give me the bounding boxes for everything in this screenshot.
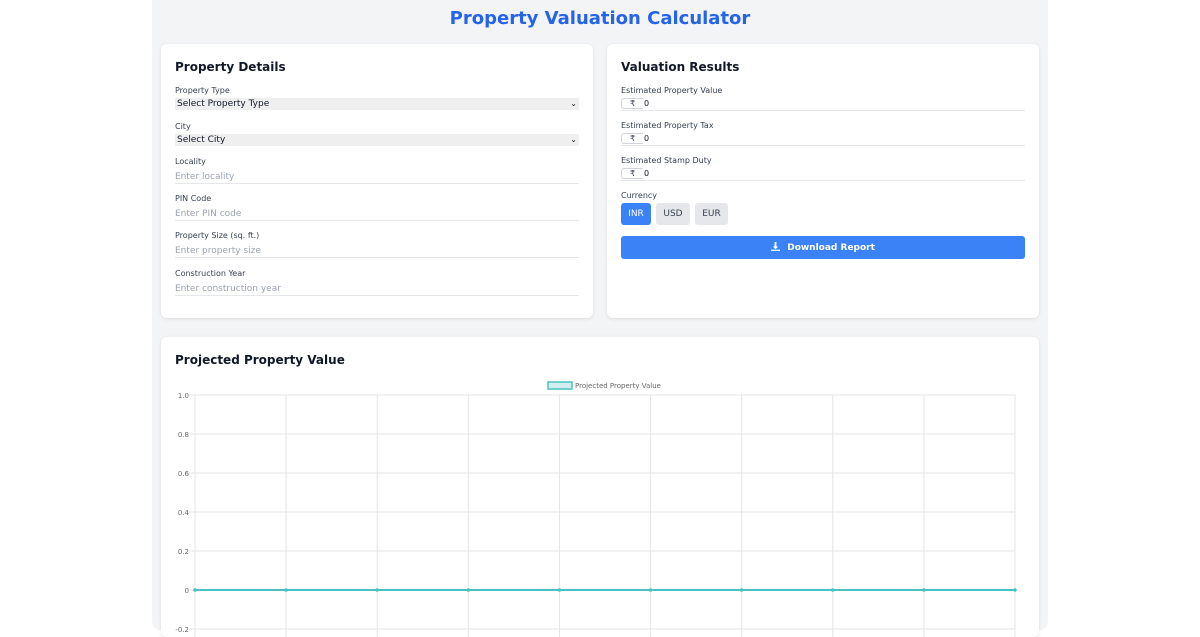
- property-tax-label: Estimated Property Tax: [621, 121, 714, 130]
- property-type-select[interactable]: Select Property Type ⌄: [175, 98, 579, 110]
- property-type-value: Select Property Type: [177, 99, 270, 109]
- property-value-amount: 0: [644, 99, 650, 108]
- download-report-label: Download Report: [787, 243, 875, 253]
- data-point: [1013, 588, 1017, 592]
- projection-chart-card: Projected Property Value 1.0 0.8 0.6 0.4 0.2…: [161, 337, 1039, 637]
- data-point: [193, 588, 197, 592]
- locality-label: Locality: [175, 157, 206, 166]
- data-point: [648, 588, 653, 592]
- y-tick-label: 0.8: [178, 431, 189, 439]
- data-point: [739, 588, 744, 592]
- currency-eur-button[interactable]: EUR: [695, 203, 728, 225]
- data-point: [284, 588, 288, 592]
- city-select[interactable]: Select City ⌄: [175, 134, 579, 146]
- city-value: Select City: [177, 135, 226, 145]
- property-tax-amount: 0: [644, 134, 650, 143]
- y-tick-label: 0: [185, 587, 189, 595]
- projection-chart: 1.0 0.8 0.6 0.4 0.2 0 -0.2 Projected Property …: [175, 381, 1017, 637]
- chevron-down-icon: ⌄: [570, 135, 577, 144]
- currency-label: Currency: [621, 191, 658, 200]
- property-details-title: Property Details: [175, 60, 286, 74]
- legend-swatch: [547, 381, 573, 390]
- y-tick-label: 1.0: [178, 392, 189, 400]
- property-value-label: Estimated Property Value: [621, 86, 723, 95]
- year-label: Construction Year: [175, 269, 246, 278]
- currency-usd-button[interactable]: USD: [656, 203, 690, 225]
- data-point: [922, 588, 926, 592]
- data-point: [466, 588, 471, 592]
- stamp-duty-row: ₹ 0: [621, 168, 1025, 181]
- app-container: Property Valuation Calculator Property D…: [152, 0, 1048, 637]
- currency-inr-button[interactable]: INR: [621, 203, 651, 225]
- legend-label: Projected Property Value: [575, 382, 661, 390]
- property-value-row: ₹ 0: [621, 98, 1025, 111]
- property-tax-row: ₹ 0: [621, 133, 1025, 146]
- stamp-duty-amount: 0: [644, 169, 650, 178]
- property-details-card: Property Details Property Type Select Pr…: [161, 44, 593, 318]
- currency-symbol: ₹: [621, 98, 643, 109]
- year-input[interactable]: [175, 282, 579, 296]
- size-input[interactable]: [175, 244, 579, 258]
- pin-label: PIN Code: [175, 194, 212, 203]
- data-point: [557, 588, 562, 592]
- locality-input[interactable]: [175, 170, 579, 184]
- data-point: [830, 588, 835, 592]
- y-tick-label: -0.2: [175, 626, 189, 634]
- property-type-label: Property Type: [175, 86, 230, 95]
- valuation-results-card: Valuation Results Estimated Property Val…: [607, 44, 1039, 318]
- chevron-down-icon: ⌄: [570, 99, 577, 108]
- page-title: Property Valuation Calculator: [449, 8, 751, 29]
- currency-symbol: ₹: [621, 133, 643, 144]
- stamp-duty-label: Estimated Stamp Duty: [621, 156, 712, 165]
- pin-input[interactable]: [175, 207, 579, 221]
- size-label: Property Size (sq. ft.): [175, 231, 260, 240]
- y-tick-label: 0.4: [178, 509, 190, 517]
- data-point: [375, 588, 380, 592]
- y-tick-label: 0.2: [178, 548, 189, 556]
- download-report-button[interactable]: Download Report: [621, 236, 1025, 259]
- download-icon: [771, 236, 781, 259]
- currency-symbol: ₹: [621, 168, 643, 179]
- city-label: City: [175, 122, 191, 131]
- y-tick-label: 0.6: [178, 470, 190, 478]
- valuation-results-title: Valuation Results: [621, 60, 740, 74]
